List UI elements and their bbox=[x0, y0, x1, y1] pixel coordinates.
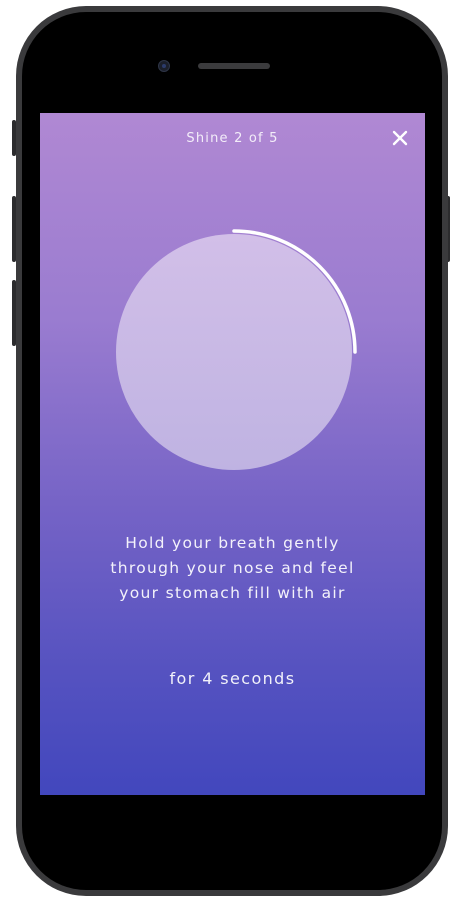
instruction-line: Hold your breath gently bbox=[125, 534, 340, 552]
breath-circle bbox=[116, 234, 352, 470]
instruction-text: Hold your breath gently through your nos… bbox=[70, 531, 395, 606]
earpiece-speaker bbox=[198, 63, 270, 69]
breath-progress-circle bbox=[109, 227, 359, 477]
front-camera bbox=[158, 60, 170, 72]
close-icon bbox=[392, 130, 408, 146]
device-frame-stage: Shine 2 of 5 Hold your breath gently thr… bbox=[0, 0, 462, 900]
instruction-line: through your nose and feel bbox=[110, 559, 355, 577]
close-button[interactable] bbox=[389, 127, 411, 149]
instruction-line: your stomach fill with air bbox=[119, 584, 346, 602]
duration-label: for 4 seconds bbox=[169, 669, 296, 688]
page-title: Shine 2 of 5 bbox=[186, 131, 279, 146]
app-screen: Shine 2 of 5 Hold your breath gently thr… bbox=[40, 113, 425, 795]
